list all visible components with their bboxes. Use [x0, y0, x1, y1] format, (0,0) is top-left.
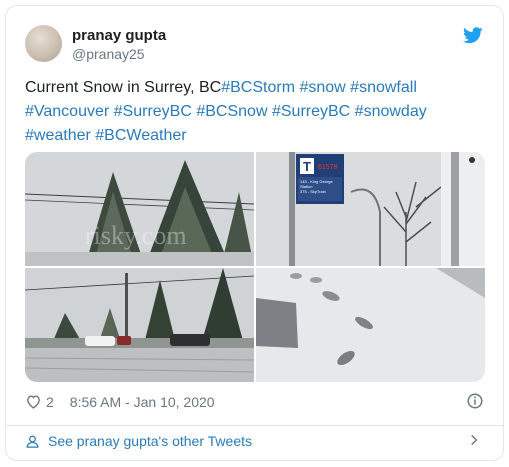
other-tweets-label[interactable]: See pranay gupta's other Tweets — [48, 433, 252, 449]
person-icon — [26, 435, 39, 448]
hashtag-link[interactable]: #snow — [299, 79, 345, 96]
info-icon[interactable] — [466, 392, 484, 410]
tweet-meta: 2 8:56 AM - Jan 10, 2020 — [25, 393, 215, 410]
hashtag-link[interactable]: #weather — [25, 127, 91, 144]
hashtag-link[interactable]: #snowfall — [350, 79, 417, 96]
hashtag-link[interactable]: #snowday — [355, 103, 427, 120]
avatar[interactable] — [25, 25, 62, 62]
photo-snowy-street[interactable] — [25, 268, 254, 382]
footer-divider — [6, 425, 503, 426]
hashtag-link[interactable]: #Vancouver — [25, 103, 109, 120]
hashtag-link[interactable]: #SurreyBC — [272, 103, 350, 120]
photo-bus-stop[interactable]: T 61578 145 - King George Station 375 - … — [256, 152, 485, 266]
other-tweets-link[interactable]: See pranay gupta's other Tweets — [25, 433, 252, 449]
photo-footprints[interactable] — [256, 268, 485, 382]
tweet-text: Current Snow in Surrey, BC#BCStorm #snow… — [25, 76, 495, 148]
svg-text:T: T — [303, 159, 311, 174]
hashtag-link[interactable]: #SurreyBC — [114, 103, 192, 120]
user-name[interactable]: pranay gupta — [72, 27, 166, 44]
heart-icon[interactable] — [25, 393, 42, 410]
photo-snowy-trees[interactable]: risky.com — [25, 152, 254, 266]
chevron-right-icon[interactable] — [467, 433, 481, 447]
like-count[interactable]: 2 — [46, 394, 54, 410]
bus-stop-number: 61578 — [318, 164, 338, 171]
user-handle[interactable]: @pranay25 — [72, 46, 145, 62]
twitter-bird-icon[interactable] — [463, 27, 483, 44]
snowy-street-image — [25, 268, 254, 382]
hashtag-link[interactable]: #BCSnow — [196, 103, 267, 120]
hashtag-link[interactable]: #BCStorm — [221, 79, 295, 96]
footprints-image — [256, 268, 485, 382]
snowy-trees-image: risky.com — [25, 152, 254, 266]
bus-route-line-3: 375 - SkyTrain — [300, 189, 326, 194]
tweet-card[interactable]: pranay gupta @pranay25 Current Snow in S… — [5, 5, 504, 461]
bus-stop-image: T 61578 145 - King George Station 375 - … — [256, 152, 485, 266]
tweet-timestamp[interactable]: 8:56 AM - Jan 10, 2020 — [70, 394, 215, 410]
photo-grid: risky.com T 61578 145 - King George Stat… — [25, 152, 485, 382]
watermark-text: risky.com — [85, 221, 187, 250]
tweet-text-lead: Current Snow in Surrey, BC — [25, 79, 222, 96]
hashtag-link[interactable]: #BCWeather — [95, 127, 186, 144]
